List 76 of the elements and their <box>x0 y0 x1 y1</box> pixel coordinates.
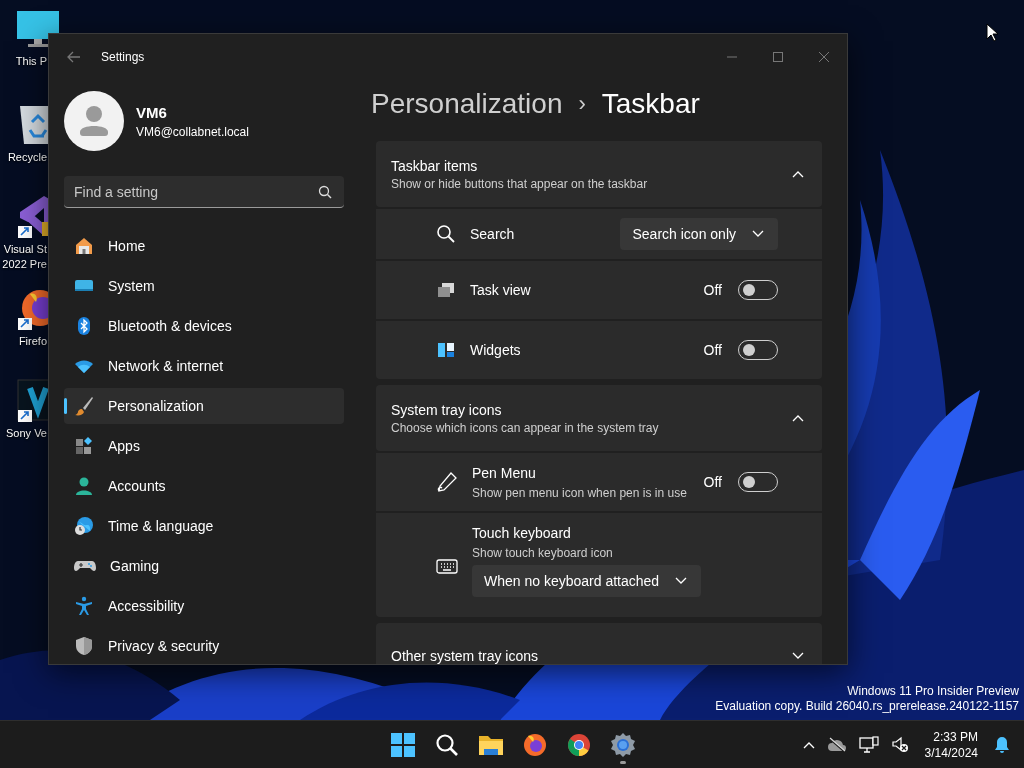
maximize-icon <box>773 52 783 62</box>
page-title: Taskbar <box>601 88 700 120</box>
toggle-state-text: Off <box>703 474 722 490</box>
windows-stack-icon <box>436 280 456 300</box>
widgets-icon <box>436 340 456 360</box>
dropdown[interactable]: Search icon only <box>620 218 778 250</box>
desktop-notice-text: Windows 11 Pro Insider Preview <box>847 684 1019 699</box>
back-arrow-icon <box>67 51 81 63</box>
section-subtitle: Show or hide buttons that appear on the taskbar <box>391 176 649 191</box>
chevron-down-icon <box>752 230 764 238</box>
desktop-icon-label[interactable]: This P <box>15 54 47 69</box>
nav-item[interactable]: Apps <box>64 428 344 464</box>
nav-item[interactable]: Network & internet <box>64 348 344 384</box>
avatar-icon <box>64 91 124 151</box>
setting-label: Search <box>470 226 516 242</box>
nav-item[interactable]: Home <box>64 228 344 264</box>
shield-icon <box>74 636 94 656</box>
setting-label: Task view <box>470 282 532 298</box>
clock[interactable]: 2:33 PM 3/14/2024 <box>920 728 982 761</box>
setting-label: Widgets <box>470 342 522 358</box>
person-icon <box>74 476 94 496</box>
nav-item[interactable]: Accessibility <box>64 588 344 624</box>
nav-item[interactable]: Gaming <box>64 548 344 584</box>
chevron-down-icon <box>675 577 688 585</box>
account-name: VM6 <box>136 103 168 121</box>
toggle-state-text: Off <box>703 282 722 298</box>
nav-item[interactable]: Accounts <box>64 468 344 504</box>
close-icon <box>819 52 829 62</box>
globe-clock-icon <box>74 516 94 536</box>
section-title: Taskbar items <box>391 157 479 174</box>
collapse-chevron-icon <box>792 414 804 422</box>
collapse-chevron-icon <box>792 170 804 178</box>
search-field[interactable]: Find a setting <box>64 176 344 208</box>
setting-label: Touch keyboard <box>472 525 572 541</box>
dropdown[interactable]: When no keyboard attached <box>472 565 702 597</box>
expand-chevron-icon <box>792 652 804 660</box>
desktop-icon-label[interactable]: Visual St <box>3 242 47 257</box>
breadcrumb-separator: › <box>578 91 586 117</box>
search-icon <box>436 224 456 244</box>
nav-item[interactable]: Bluetooth & devices <box>64 308 344 344</box>
setting-description: Show pen menu icon when pen is in use <box>472 485 688 500</box>
mouse-pointer-icon <box>986 23 998 42</box>
desktop-icon-label[interactable]: Firefo <box>18 334 47 349</box>
paintbrush-icon <box>74 396 94 416</box>
chrome-icon <box>567 732 591 757</box>
keyboard-icon <box>436 557 458 575</box>
monitor-icon <box>16 10 60 50</box>
nav-item[interactable]: Privacy & security <box>64 628 344 664</box>
start-icon <box>390 731 416 758</box>
section-title: Other system tray icons <box>391 648 540 664</box>
desktop-icon-label[interactable]: 2022 Pre <box>2 257 47 272</box>
window-title: Settings <box>101 50 146 64</box>
desktop-icon-label[interactable]: Recycle <box>7 150 47 165</box>
toggle-state-text: Off <box>703 342 722 358</box>
setting-label: Pen Menu <box>472 464 537 481</box>
house-icon <box>74 236 94 256</box>
search-icon <box>435 732 459 757</box>
section-header[interactable]: Taskbar items Show or hide buttons that appear on the taskbar <box>376 141 822 207</box>
tiles-icon <box>74 436 94 456</box>
section-title: System tray icons <box>391 401 503 418</box>
desktop-icon-label[interactable]: Sony Ve <box>6 426 47 441</box>
figure-icon <box>74 596 94 616</box>
section-header[interactable]: Other system tray icons <box>376 623 822 664</box>
setting-description: Show touch keyboard icon <box>472 546 614 560</box>
breadcrumb-link[interactable]: Personalization <box>371 88 563 120</box>
nav-item[interactable]: Time & language <box>64 508 344 544</box>
account-email: VM6@collabnet.local <box>136 124 249 139</box>
search-icon <box>318 185 332 199</box>
section-header[interactable]: System tray icons Choose which icons can appear in the system tray <box>376 385 822 451</box>
desktop-notice-text: Evaluation copy. Build 26040.rs_prerelease.240122-1157 <box>715 699 1019 714</box>
nav-item[interactable]: Personalization <box>64 388 344 424</box>
section-subtitle: Choose which icons can appear in the system tray <box>391 420 660 435</box>
pen-icon <box>436 471 458 493</box>
nav-item[interactable]: System <box>64 268 344 304</box>
fox-globe-icon <box>523 732 547 757</box>
gear-icon <box>610 731 636 758</box>
